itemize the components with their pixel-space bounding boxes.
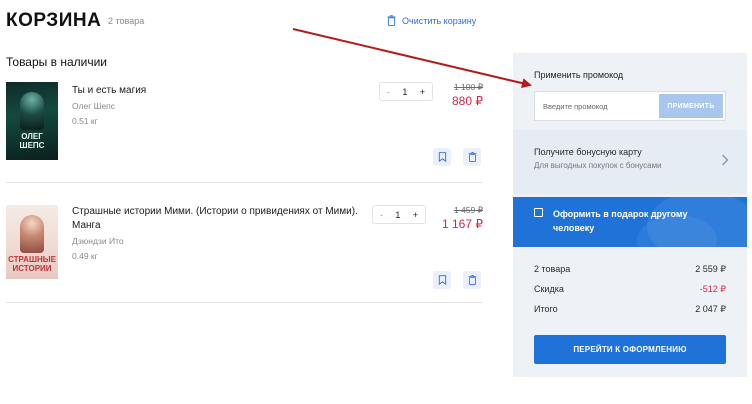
cover-text: ОЛЕГ ШЕПС: [19, 132, 45, 150]
trash-icon: [387, 15, 396, 26]
divider: [6, 302, 483, 303]
item-title[interactable]: Ты и есть магия: [72, 84, 362, 98]
page-title: КОРЗИНА: [6, 10, 102, 31]
gift-checkbox[interactable]: [534, 208, 543, 217]
section-title: Товары в наличии: [6, 55, 107, 69]
promo-label: Применить промокод: [534, 70, 624, 80]
increase-button[interactable]: +: [420, 87, 425, 97]
decrease-button[interactable]: -: [387, 87, 390, 97]
bonus-title: Получите бонусную карту: [534, 147, 642, 157]
bookmark-button[interactable]: [433, 148, 451, 166]
summary-discount-label: Скидка: [534, 284, 564, 294]
clear-cart-button[interactable]: Очистить корзину: [387, 15, 476, 26]
decrease-button[interactable]: -: [380, 210, 383, 220]
promo-input[interactable]: [543, 92, 653, 120]
cart-count: 2 товара: [108, 16, 145, 26]
item-author[interactable]: Олег Шепс: [72, 101, 115, 111]
increase-button[interactable]: +: [413, 210, 418, 220]
cart-item: СТРАШНЫЕ ИСТОРИИ Страшные истории Мими. …: [6, 205, 483, 315]
trash-icon: [468, 275, 476, 285]
price: 880 ₽: [452, 94, 483, 108]
delete-button[interactable]: [463, 148, 481, 166]
clear-cart-label: Очистить корзину: [402, 15, 477, 26]
summary-items-label: 2 товара: [534, 264, 571, 274]
bonus-subtitle: Для выгодных покупок с бонусами: [534, 161, 662, 170]
quantity-value: 1: [395, 209, 401, 220]
cover-figure: [20, 215, 44, 253]
item-author[interactable]: Дзюндзи Ито: [72, 236, 124, 246]
bookmark-button[interactable]: [433, 271, 451, 289]
delete-button[interactable]: [463, 271, 481, 289]
item-weight: 0.51 кг: [72, 116, 98, 126]
trash-icon: [468, 152, 476, 162]
price: 1 167 ₽: [442, 217, 483, 231]
cart-item: ОЛЕГ ШЕПС Ты и есть магия Олег Шепс 0.51…: [6, 82, 483, 192]
summary-total-row: Итого 2 047 ₽: [534, 304, 726, 315]
summary-total-value: 2 047 ₽: [695, 304, 726, 314]
divider: [6, 182, 483, 183]
item-title[interactable]: Страшные истории Мими. (Истории о привид…: [72, 205, 362, 233]
summary-items-value: 2 559 ₽: [695, 264, 726, 274]
quantity-value: 1: [402, 86, 408, 97]
item-weight: 0.49 кг: [72, 251, 98, 261]
cover-figure: [20, 92, 44, 130]
old-price: 1 459 ₽: [453, 205, 483, 215]
old-price: 1 100 ₽: [453, 82, 483, 92]
gift-label[interactable]: Оформить в подарок другому человеку: [553, 207, 703, 235]
quantity-stepper: - 1 +: [379, 82, 433, 101]
bookmark-icon: [438, 275, 446, 285]
bookmark-icon: [438, 152, 446, 162]
summary-discount-row: Скидка -512 ₽: [534, 284, 726, 295]
chevron-right-icon: [722, 154, 729, 166]
summary-total-label: Итого: [534, 304, 558, 314]
promo-apply-button[interactable]: ПРИМЕНИТЬ: [659, 94, 723, 118]
order-sidebar: Применить промокод ПРИМЕНИТЬ Получите бо…: [513, 53, 747, 377]
summary-discount-value: -512 ₽: [699, 284, 726, 294]
cover-text: СТРАШНЫЕ ИСТОРИИ: [8, 255, 56, 273]
book-cover[interactable]: СТРАШНЫЕ ИСТОРИИ: [6, 205, 58, 279]
checkout-button[interactable]: ПЕРЕЙТИ К ОФОРМЛЕНИЮ: [534, 335, 726, 364]
gift-option: Оформить в подарок другому человеку: [513, 197, 747, 247]
promo-box: ПРИМЕНИТЬ: [534, 91, 726, 121]
summary-items-row: 2 товара 2 559 ₽: [534, 264, 726, 275]
book-cover[interactable]: ОЛЕГ ШЕПС: [6, 82, 58, 160]
bonus-card-banner[interactable]: Получите бонусную карту Для выгодных пок…: [513, 130, 747, 194]
quantity-stepper: - 1 +: [372, 205, 426, 224]
